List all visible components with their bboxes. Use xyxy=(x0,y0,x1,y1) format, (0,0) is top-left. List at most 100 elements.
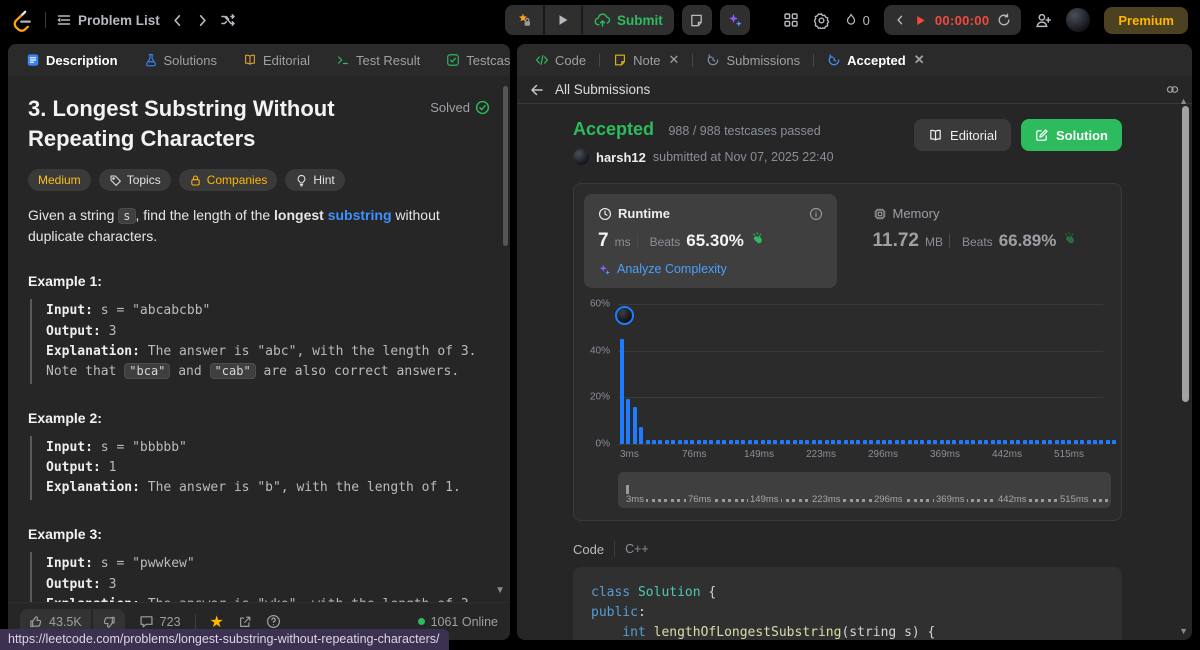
badge-medium[interactable]: Medium xyxy=(28,169,91,192)
memory-chip-icon xyxy=(873,207,887,221)
tab-testcase[interactable]: Testcase xyxy=(438,49,510,72)
info-icon[interactable] xyxy=(809,207,823,221)
tab-note[interactable]: Note ✕ xyxy=(605,49,687,72)
comments-button[interactable]: 723 xyxy=(139,614,181,629)
badge-topics[interactable]: Topics xyxy=(98,169,171,192)
brush-tick-label: 76ms xyxy=(686,494,714,505)
leetcode-logo[interactable] xyxy=(12,9,35,32)
book-icon xyxy=(243,53,257,67)
sparkles-icon xyxy=(727,12,743,28)
notes-button[interactable] xyxy=(681,5,712,35)
distribution-bar[interactable] xyxy=(620,339,624,444)
prev-problem-button[interactable] xyxy=(170,13,185,28)
main-split: Description Solutions Editorial Test Result… xyxy=(0,44,1200,640)
problem-panel: Description Solutions Editorial Test Result… xyxy=(8,44,510,640)
top-bar: Problem List Submit 0 00:00:00 Premium xyxy=(0,0,1200,40)
timer-collapse-icon[interactable] xyxy=(894,14,906,26)
y-axis-tick: 40% xyxy=(589,345,610,357)
memory-beats: 66.89% xyxy=(998,231,1057,250)
badge-hint[interactable]: Hint xyxy=(285,169,345,192)
runtime-value: 7 xyxy=(598,230,609,251)
problem-list-button[interactable]: Problem List xyxy=(56,12,160,28)
runtime-tile[interactable]: Runtime 7 ms Beats 65.30% Analyze Comple… xyxy=(584,194,837,288)
timer-reset-icon[interactable] xyxy=(997,13,1011,27)
solution-button[interactable]: Solution xyxy=(1021,119,1122,151)
analyze-complexity-link[interactable]: Analyze Complexity xyxy=(598,262,823,276)
ai-assistant-button[interactable] xyxy=(719,5,750,35)
next-problem-button[interactable] xyxy=(195,13,210,28)
x-axis-tick: 515ms xyxy=(1054,449,1085,460)
streak-widget[interactable]: 0 xyxy=(844,12,870,28)
footer-divider xyxy=(194,613,196,630)
chart-plot-area xyxy=(615,304,1117,445)
flask-icon xyxy=(144,53,158,67)
settings-gear-icon[interactable] xyxy=(813,12,830,29)
tab-solutions[interactable]: Solutions xyxy=(136,49,225,72)
example-block: Input: s = "bbbbb" Output: 1 Explanation: … xyxy=(30,435,490,501)
badge-companies[interactable]: Companies xyxy=(178,169,278,192)
editorial-button[interactable]: Editorial xyxy=(914,119,1011,151)
invite-user-icon[interactable] xyxy=(1035,12,1052,29)
code-block[interactable]: class Solution {public: int lengthOfLong… xyxy=(573,567,1122,640)
distribution-bar[interactable] xyxy=(1112,439,1117,444)
help-icon[interactable] xyxy=(266,614,281,629)
submit-button[interactable]: Submit xyxy=(581,5,674,35)
x-axis-tick: 3ms xyxy=(620,449,639,460)
brush-tick-label: 515ms xyxy=(1058,494,1091,505)
share-icon[interactable] xyxy=(238,615,252,629)
brush-tick-label: 442ms xyxy=(996,494,1029,505)
substring-link[interactable]: substring xyxy=(328,207,392,223)
tab-accepted[interactable]: Accepted ✕ xyxy=(819,49,932,72)
list-icon xyxy=(56,12,72,28)
testcases-passed: 988 / 988 testcases passed xyxy=(668,124,821,138)
copy-link-icon[interactable] xyxy=(1165,82,1180,97)
tab-description[interactable]: Description xyxy=(18,49,126,72)
like-count: 43.5K xyxy=(49,614,82,629)
right-scrollbar-thumb[interactable] xyxy=(1182,106,1189,402)
result-status: Accepted xyxy=(573,119,655,139)
description-icon xyxy=(26,53,40,67)
clock-icon xyxy=(598,207,612,221)
topbar-left: Problem List xyxy=(12,9,236,32)
distribution-bar[interactable] xyxy=(632,406,637,444)
x-axis-tick: 369ms xyxy=(930,449,961,460)
editor-tabstrip: Code Note ✕ Submissions Accepted ✕ xyxy=(517,44,1192,76)
x-axis-tick: 223ms xyxy=(806,449,837,460)
pencil-square-icon xyxy=(1035,128,1049,142)
tab-editorial[interactable]: Editorial xyxy=(235,49,318,72)
y-axis-tick: 20% xyxy=(589,391,610,403)
inline-code-chip: "cab" xyxy=(209,362,256,379)
chart-range-brush[interactable]: 3ms 76ms 149ms 223ms 296ms 369ms 442ms 515ms xyxy=(618,472,1111,508)
debug-button[interactable] xyxy=(505,5,543,35)
problem-tabstrip: Description Solutions Editorial Test Result… xyxy=(8,44,510,76)
all-submissions-label[interactable]: All Submissions xyxy=(555,82,650,97)
scroll-down-indicator[interactable]: ▼ xyxy=(495,585,505,596)
chart-bars xyxy=(620,304,1117,444)
chart-y-axis: 0% 20% 40% 60% xyxy=(584,299,618,450)
run-button[interactable] xyxy=(543,5,581,35)
right-scroll-down-arrow[interactable]: ▼ xyxy=(1179,626,1188,636)
tab-code[interactable]: Code xyxy=(527,49,594,72)
back-arrow-icon[interactable] xyxy=(529,82,545,98)
shuffle-icon[interactable] xyxy=(220,12,236,28)
topbar-right: 0 00:00:00 Premium xyxy=(783,5,1188,35)
submitter-username[interactable]: harsh12 xyxy=(596,150,646,165)
submitted-at: submitted at Nov 07, 2025 22:40 xyxy=(652,150,834,164)
timer-play-icon[interactable] xyxy=(914,14,927,27)
premium-button[interactable]: Premium xyxy=(1104,6,1188,34)
left-scrollbar-thumb[interactable] xyxy=(503,86,508,246)
example-heading: Example 2: xyxy=(28,409,102,426)
example-heading: Example 1: xyxy=(28,273,102,290)
distribution-bar[interactable] xyxy=(639,426,644,444)
right-scroll-up-arrow[interactable]: ▲ xyxy=(1179,96,1188,106)
timer-widget: 00:00:00 xyxy=(883,5,1022,35)
distribution-bar[interactable] xyxy=(626,398,631,444)
x-axis-tick: 76ms xyxy=(682,449,707,460)
tab-test-result[interactable]: Test Result xyxy=(328,49,428,72)
layout-grid-icon[interactable] xyxy=(783,12,799,28)
memory-tile[interactable]: Memory 11.72 MB Beats 66.89% xyxy=(859,194,1112,288)
problem-description: 3. Longest Substring Without Repeating C… xyxy=(8,76,510,602)
user-avatar[interactable] xyxy=(1066,8,1091,32)
tab-submissions[interactable]: Submissions xyxy=(698,49,808,72)
submission-detail: Accepted 988 / 988 testcases passed hars… xyxy=(517,105,1192,640)
